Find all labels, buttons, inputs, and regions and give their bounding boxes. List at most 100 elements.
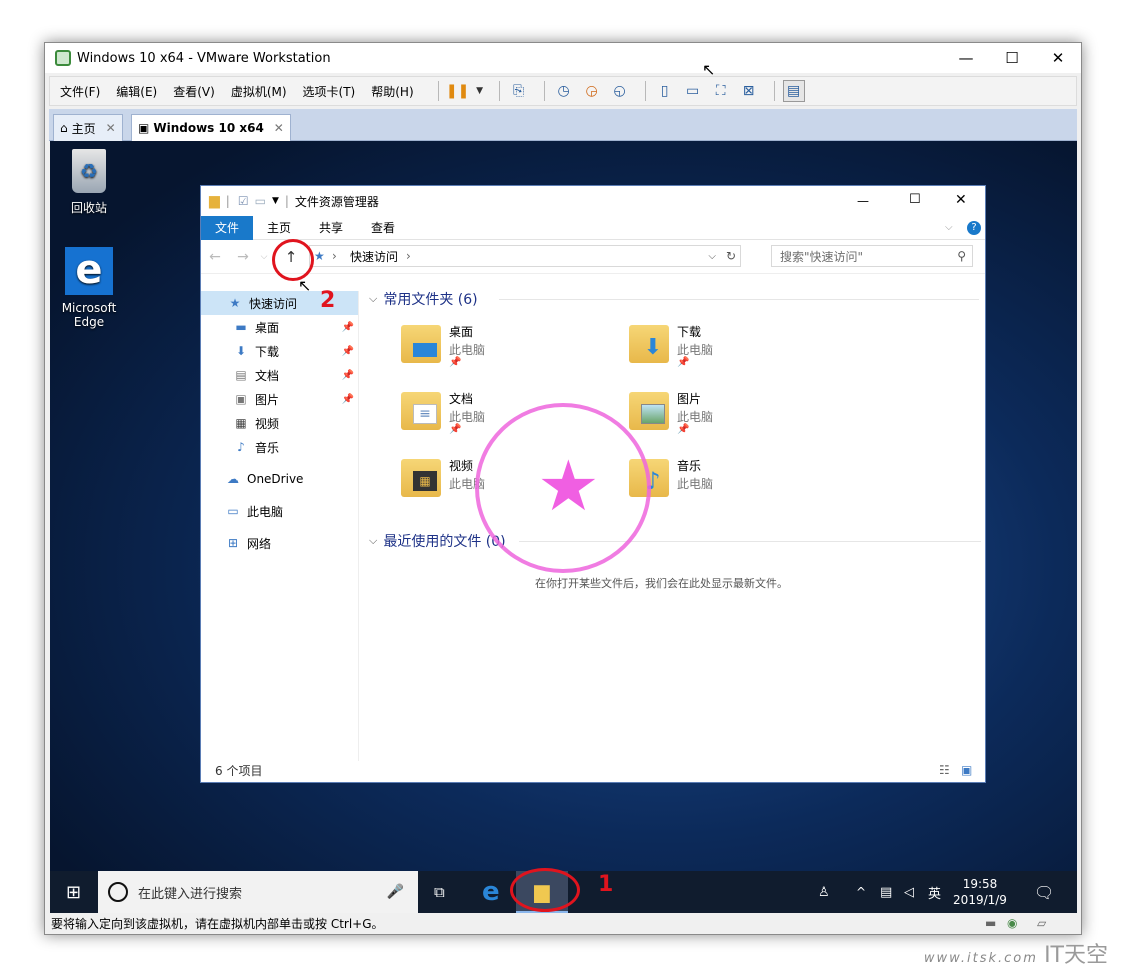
nav-item-documents[interactable]: ▤ 文档 📌 — [201, 363, 358, 387]
nav-item-downloads[interactable]: ⬇ 下载 📌 — [201, 339, 358, 363]
close-button[interactable]: ✕ — [1035, 43, 1081, 73]
menu-file[interactable]: 文件(F) — [60, 83, 100, 100]
edge-icon[interactable]: e — [482, 877, 500, 907]
annotation-number-2: 2 — [320, 288, 336, 313]
title-divider: | — [284, 194, 289, 208]
address-bar[interactable]: ★ › 快速访问 › ⌵ ↻ — [309, 245, 741, 267]
minimize-button[interactable]: — — [943, 43, 989, 73]
hard-disk-icon[interactable]: ▬ — [985, 916, 996, 930]
nav-item-pictures[interactable]: ▣ 图片 📌 — [201, 387, 358, 411]
video-overlay-icon: ▦ — [413, 471, 437, 491]
folder-item-pictures[interactable]: 图片 此电脑 📌 — [629, 390, 849, 442]
refresh-icon[interactable]: ↻ — [726, 249, 736, 263]
maximize-button[interactable]: ☐ — [909, 192, 921, 207]
nav-item-network[interactable]: ⊞ 网络 — [201, 531, 358, 555]
folder-item-downloads[interactable]: ⬇ 下载 此电脑 📌 — [629, 323, 849, 375]
explorer-status-bar: 6 个项目 ☷ ▣ — [201, 758, 985, 782]
group-header-recent[interactable]: ⌵ 最近使用的文件 (0) — [369, 531, 981, 551]
nav-label: 下载 — [255, 344, 280, 359]
send-ctrl-alt-del-icon[interactable]: ⎘ — [508, 80, 530, 102]
thumbnail-bar-icon[interactable]: ▭ — [682, 80, 704, 102]
toolbar-divider — [543, 81, 545, 101]
item-count: 6 个项目 — [215, 763, 263, 778]
snapshot-manager-icon[interactable]: ◵ — [609, 80, 631, 102]
close-button[interactable]: ✕ — [955, 192, 967, 208]
quick-access-star-icon: ★ — [314, 249, 325, 263]
large-icons-view-icon[interactable]: ▣ — [961, 763, 972, 777]
task-view-icon[interactable]: ⧉ — [434, 883, 445, 901]
chevron-down-icon[interactable]: ▼ — [475, 80, 485, 102]
console-view-icon[interactable]: ▤ — [782, 80, 805, 102]
menu-view[interactable]: 查看(V) — [173, 83, 215, 100]
ribbon-tab-home[interactable]: 主页 — [253, 216, 305, 240]
maximize-button[interactable]: ☐ — [989, 43, 1035, 73]
back-icon[interactable]: ← — [201, 249, 229, 265]
nav-item-desktop[interactable]: ▬ 桌面 📌 — [201, 315, 358, 339]
revert-snapshot-icon[interactable]: ◶ — [581, 80, 603, 102]
close-icon[interactable]: ✕ — [274, 121, 284, 135]
menu-tabs[interactable]: 选项卡(T) — [303, 83, 356, 100]
forward-icon[interactable]: → — [229, 249, 257, 265]
menu-edit[interactable]: 编辑(E) — [116, 83, 157, 100]
help-icon[interactable]: ? — [967, 220, 981, 235]
microphone-icon[interactable]: 🎤 — [387, 884, 404, 900]
cd-rom-icon[interactable]: ◉ — [1007, 916, 1017, 930]
star-icon: ★ — [537, 445, 600, 527]
pause-icon[interactable]: ❚❚ — [446, 80, 469, 102]
details-view-icon[interactable]: ☷ — [939, 763, 950, 777]
ribbon-tab-view[interactable]: 查看 — [357, 216, 409, 240]
folder-item-desktop[interactable]: 桌面 此电脑 📌 — [401, 323, 621, 375]
chevron-down-icon[interactable]: ▼ — [272, 196, 279, 206]
desktop-overlay-icon — [413, 343, 437, 357]
nav-label: 此电脑 — [247, 504, 284, 519]
edge-icon: e — [65, 247, 113, 295]
watermark-stamp: ★ — [475, 403, 651, 573]
notification-icon[interactable]: 🗨 — [1034, 883, 1054, 902]
desktop-icon-recycle-bin[interactable]: ♻ 回收站 — [54, 149, 124, 216]
group-header-frequent[interactable]: ⌵ 常用文件夹 (6) — [369, 289, 979, 309]
network-status-icon[interactable]: ▤ — [880, 885, 892, 900]
nav-item-onedrive[interactable]: ☁ OneDrive — [201, 467, 358, 491]
new-folder-icon[interactable]: ▭ — [255, 194, 266, 208]
properties-icon[interactable]: ☑ — [238, 194, 249, 208]
download-icon: ⬇ — [235, 344, 247, 358]
nav-item-music[interactable]: ♪ 音乐 — [201, 435, 358, 459]
search-input[interactable]: 搜索"快速访问" ⚲ — [771, 245, 973, 267]
vm-icon: ▣ — [138, 121, 150, 135]
close-icon[interactable]: ✕ — [106, 121, 116, 135]
nav-item-videos[interactable]: ▦ 视频 — [201, 411, 358, 435]
full-screen-icon[interactable]: ⛶ — [710, 80, 732, 102]
folder-item-music[interactable]: ♪ 音乐 此电脑 — [629, 457, 849, 509]
tab-home[interactable]: ⌂ 主页 ✕ — [53, 114, 123, 141]
unity-icon[interactable]: ⊠ — [738, 80, 760, 102]
ribbon-expand-icon[interactable]: ⌵ — [945, 222, 953, 233]
nav-label: 图片 — [255, 392, 280, 407]
tab-windows10[interactable]: ▣ Windows 10 x64 ✕ — [131, 114, 291, 141]
taskbar-search-input[interactable]: 在此键入进行搜索 🎤 — [98, 871, 418, 913]
windows-start-icon[interactable]: ⊞ — [66, 882, 81, 903]
recent-locations-icon[interactable]: ⌵ — [257, 252, 271, 262]
breadcrumb-quick-access[interactable]: 快速访问 — [350, 248, 398, 265]
message-icon[interactable]: ▱ — [1037, 916, 1046, 930]
people-icon[interactable]: ♙ — [818, 885, 830, 900]
volume-icon[interactable]: ◁ — [904, 885, 914, 900]
address-dropdown-icon[interactable]: ⌵ — [708, 251, 716, 262]
nav-label: 桌面 — [255, 320, 280, 335]
video-icon: ▦ — [235, 416, 247, 430]
minimize-button[interactable]: — — [857, 194, 869, 208]
show-hidden-icons-icon[interactable]: ^ — [856, 885, 866, 899]
menu-help[interactable]: 帮助(H) — [371, 83, 413, 100]
nav-item-this-pc[interactable]: ▭ 此电脑 — [201, 499, 358, 523]
recent-empty-message: 在你打开某些文件后，我们会在此处显示最新文件。 — [535, 577, 788, 590]
input-method-indicator[interactable]: 英 — [928, 883, 941, 902]
ribbon-tab-file[interactable]: 文件 — [201, 215, 254, 240]
cortana-icon — [108, 882, 128, 902]
menu-vm[interactable]: 虚拟机(M) — [231, 83, 287, 100]
library-icon[interactable]: ▯ — [654, 80, 676, 102]
desktop-icon-edge[interactable]: e Microsoft Edge — [54, 247, 124, 329]
watermark-brand: IT天空 — [1044, 943, 1108, 968]
ribbon-tab-share[interactable]: 共享 — [305, 216, 357, 240]
quick-access-toolbar-divider: | — [225, 194, 230, 208]
snapshot-icon[interactable]: ◷ — [553, 80, 575, 102]
clock[interactable]: 19:58 2019/1/9 — [948, 876, 1012, 908]
